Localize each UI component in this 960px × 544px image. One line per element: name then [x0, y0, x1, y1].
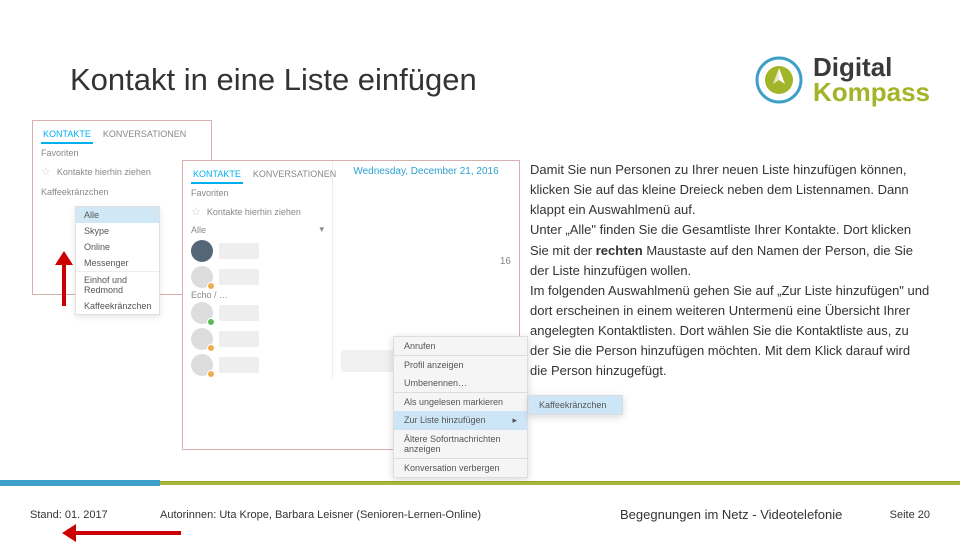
contact-row[interactable]	[183, 264, 332, 290]
footer-divider	[0, 481, 960, 485]
submenu-item-list[interactable]: Kaffeekränzchen	[529, 396, 622, 414]
red-arrow-up	[55, 251, 75, 306]
ctx-hide[interactable]: Konversation verbergen	[394, 459, 527, 477]
tab-conversations-2[interactable]: KONVERSATIONEN	[251, 166, 338, 184]
ctx-call[interactable]: Anrufen	[394, 337, 527, 355]
all-label[interactable]: Alle	[191, 225, 206, 235]
digital-kompass-logo: Digital Kompass	[755, 55, 930, 104]
context-menu[interactable]: Anrufen Profil anzeigen Umbenennen… Als …	[393, 336, 528, 478]
contact-row[interactable]	[183, 326, 332, 352]
dropdown-item-location[interactable]: Einhof und Redmond	[76, 271, 159, 298]
dropdown-item-all[interactable]: Alle	[76, 207, 159, 223]
contact-row[interactable]	[183, 300, 332, 326]
dropdown-item-online[interactable]: Online	[76, 239, 159, 255]
star-icon: ☆	[41, 165, 51, 178]
contact-row[interactable]	[183, 352, 332, 378]
footer-page: Seite 20	[870, 509, 930, 521]
tab-contacts-2[interactable]: KONTAKTE	[191, 166, 243, 184]
ctx-old-messages[interactable]: Ältere Sofortnachrichten anzeigen	[394, 430, 527, 458]
submenu[interactable]: Kaffeekränzchen	[528, 395, 623, 415]
contact-echo[interactable]: Echo / …	[183, 290, 332, 300]
slide-header: Kontakt in eine Liste einfügen Digital K…	[70, 55, 930, 104]
footer-authors: Autorinnen: Uta Krope, Barbara Leisner (…	[160, 509, 620, 521]
screenshot-area: KONTAKTE KONVERSATIONEN Favoriten ☆ Kont…	[32, 120, 520, 450]
dropdown-item-list[interactable]: Kaffeekränzchen	[76, 298, 159, 314]
body-text: Damit Sie nun Personen zu Ihrer neuen Li…	[530, 160, 930, 382]
skype-window-2: KONTAKTE KONVERSATIONEN Favoriten ☆Konta…	[182, 160, 520, 450]
slide-footer: Stand: 01. 2017 Autorinnen: Uta Krope, B…	[0, 507, 960, 522]
favorites-label-2: Favoriten	[183, 184, 332, 202]
ctx-profile[interactable]: Profil anzeigen	[394, 356, 527, 374]
tab-contacts[interactable]: KONTAKTE	[41, 126, 93, 144]
footer-title: Begegnungen im Netz - Videotelefonie	[620, 507, 870, 522]
page-title: Kontakt in eine Liste einfügen	[70, 62, 477, 98]
contact-row[interactable]	[183, 238, 332, 264]
ctx-mark-unread[interactable]: Als ungelesen markieren	[394, 393, 527, 411]
red-arrow-left	[62, 524, 182, 544]
compass-icon	[755, 56, 803, 104]
star-icon: ☆	[191, 205, 201, 218]
filter-dropdown[interactable]: Alle Skype Online Messenger Einhof und R…	[75, 206, 160, 315]
dropdown-item-skype[interactable]: Skype	[76, 223, 159, 239]
tab-conversations[interactable]: KONVERSATIONEN	[101, 126, 188, 144]
dropdown-item-messenger[interactable]: Messenger	[76, 255, 159, 271]
logo-text-digital: Digital	[813, 55, 930, 80]
ctx-add-to-list[interactable]: Zur Liste hinzufügen▸	[394, 411, 527, 430]
footer-date: Stand: 01. 2017	[30, 509, 160, 521]
chevron-right-icon: ▸	[512, 415, 517, 426]
date-header: Wednesday, December 21, 2016	[333, 161, 519, 182]
count-badge: 16	[500, 256, 511, 267]
logo-text-kompass: Kompass	[813, 80, 930, 105]
ctx-rename[interactable]: Umbenennen…	[394, 374, 527, 392]
